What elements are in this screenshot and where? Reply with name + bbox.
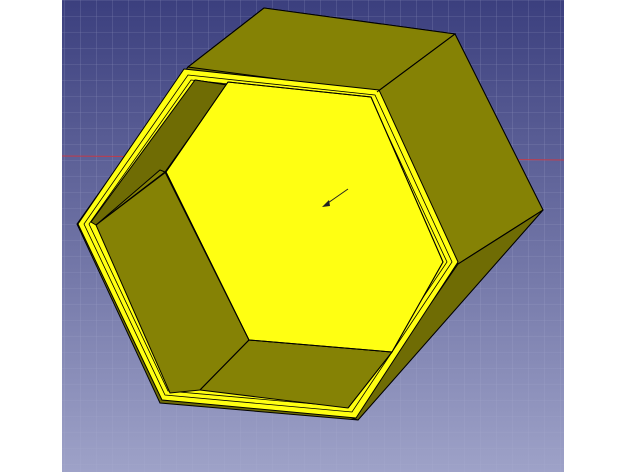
3d-viewport[interactable] <box>62 0 564 472</box>
3d-scene[interactable] <box>62 0 564 472</box>
